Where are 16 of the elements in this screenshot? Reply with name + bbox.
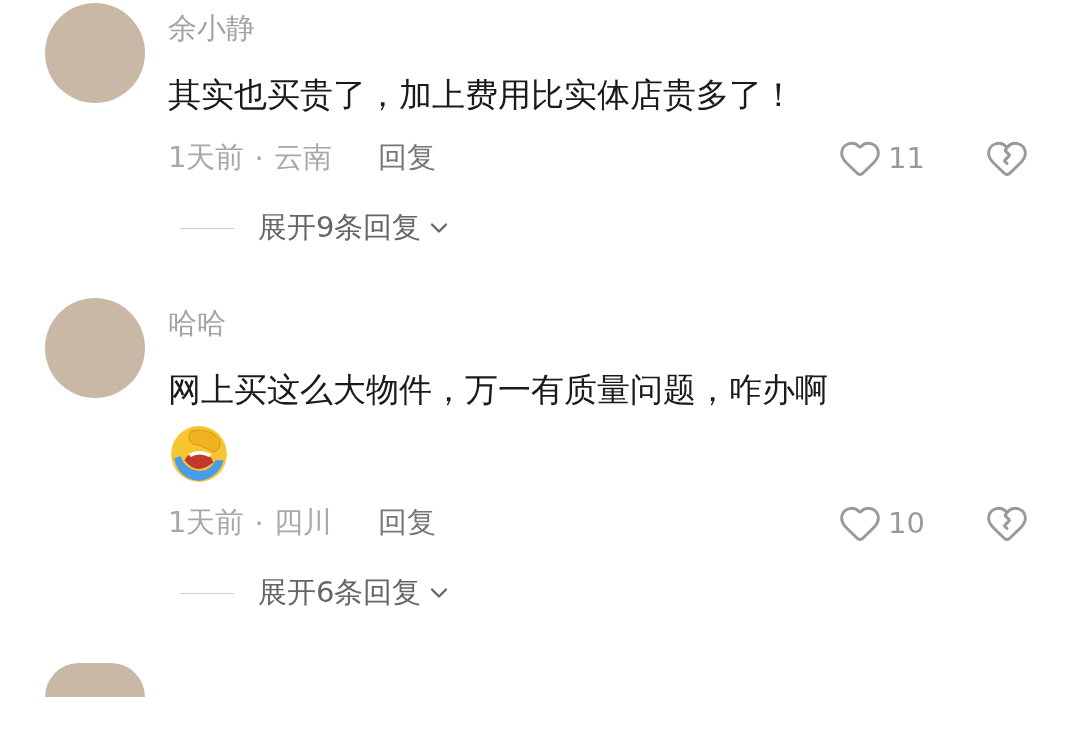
separator-dot: · xyxy=(254,141,264,175)
comment-location: 四川 xyxy=(273,504,332,541)
like-button[interactable]: 10 xyxy=(838,501,925,545)
expand-replies-button[interactable]: 展开6条回复 xyxy=(168,573,454,613)
like-button[interactable]: 11 xyxy=(838,136,925,180)
username[interactable]: 哈哈 xyxy=(168,298,226,348)
comment-text: 其实也买贵了，加上费用比实体店贵多了！ xyxy=(168,74,795,116)
reply-button[interactable]: 回复 xyxy=(377,138,436,178)
separator-dot: · xyxy=(254,506,264,540)
comment-time: 1天前 xyxy=(168,139,245,176)
comment-text: 网上买这么大物件，万一有质量问题，咋办啊 xyxy=(168,369,828,411)
expand-replies-button[interactable]: 展开9条回复 xyxy=(168,208,454,248)
comment-time: 1天前 xyxy=(168,504,245,541)
username[interactable]: 余小静 xyxy=(168,3,255,53)
reply-button[interactable]: 回复 xyxy=(377,503,436,543)
comment-location: 云南 xyxy=(273,139,332,176)
